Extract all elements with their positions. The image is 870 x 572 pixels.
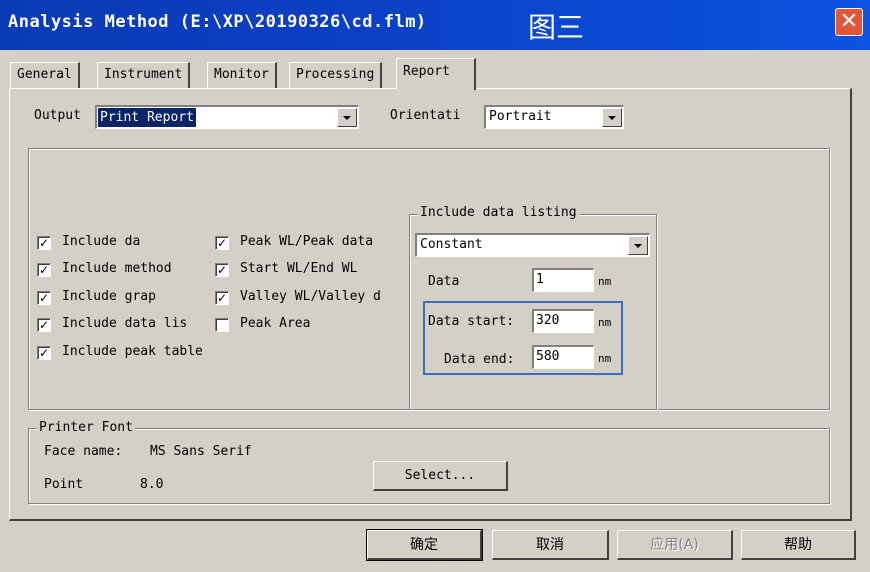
tab-label: Report	[403, 64, 450, 79]
checkbox[interactable]: ✓	[37, 346, 51, 360]
checkbox-label: Peak Area	[240, 316, 311, 331]
cancel-button[interactable]: 取消	[492, 530, 609, 560]
cancel-label: 取消	[536, 537, 564, 553]
point-label: Point	[44, 477, 84, 492]
chevron-down-icon[interactable]	[337, 108, 357, 127]
checkbox[interactable]: ✓	[215, 263, 229, 277]
ok-label: 确定	[410, 537, 438, 553]
unit-label: nm	[598, 275, 612, 288]
checkbox[interactable]: ✓	[37, 236, 51, 250]
point-value: 8.0	[140, 477, 164, 492]
tab-general[interactable]: General	[10, 62, 80, 88]
checkbox[interactable]	[215, 318, 229, 332]
checkbox[interactable]: ✓	[37, 291, 51, 305]
checkbox[interactable]: ✓	[37, 263, 51, 277]
checkbox-peak-wl[interactable]: ✓	[215, 236, 229, 250]
checkbox-include-method[interactable]: ✓	[37, 263, 51, 277]
checkbox-label: Start WL/End WL	[240, 261, 358, 276]
face-name-value: MS Sans Serif	[150, 444, 252, 459]
apply-button[interactable]: 应用(A)	[617, 530, 733, 560]
face-name-label: Face name:	[44, 444, 123, 459]
data-end-input[interactable]: 580	[532, 345, 594, 369]
orientation-label: Orientati	[390, 108, 461, 123]
checkbox-include-graph[interactable]: ✓	[37, 291, 51, 305]
checkbox[interactable]: ✓	[37, 318, 51, 332]
tab-label: General	[17, 67, 72, 82]
checkbox-label: Include method	[62, 261, 172, 276]
checkbox-label: Include da	[62, 234, 141, 249]
ok-button[interactable]: 确定	[366, 529, 483, 561]
close-button[interactable]: ✕	[835, 8, 863, 36]
select-font-button[interactable]: Select...	[373, 461, 508, 491]
checkbox-include-data-listing[interactable]: ✓	[37, 318, 51, 332]
window-title: Analysis Method (E:\XP\20190326\cd.flm)	[8, 12, 427, 32]
checkbox-include-peak-table[interactable]: ✓	[37, 346, 51, 360]
output-select[interactable]: Print Report	[95, 105, 359, 129]
data-listing-mode-select[interactable]: Constant	[415, 233, 650, 257]
checkbox[interactable]: ✓	[215, 236, 229, 250]
output-value: Print Report	[98, 108, 196, 127]
tab-processing[interactable]: Processing	[289, 62, 383, 88]
checkbox-label: Include peak table	[62, 344, 203, 359]
tab-monitor[interactable]: Monitor	[207, 62, 277, 88]
apply-label: 应用(A)	[650, 537, 699, 553]
tab-instrument[interactable]: Instrument	[97, 62, 191, 88]
data-interval-label: Data	[428, 274, 460, 289]
help-button[interactable]: 帮助	[741, 530, 856, 560]
orientation-value: Portrait	[489, 109, 552, 124]
unit-label: nm	[598, 352, 612, 365]
checkbox-start-wl[interactable]: ✓	[215, 263, 229, 277]
checkbox-label: Include grap	[62, 289, 156, 304]
orientation-select[interactable]: Portrait	[484, 105, 624, 129]
tab-label: Processing	[296, 67, 375, 82]
checkbox-valley-wl[interactable]: ✓	[215, 291, 229, 305]
chevron-down-icon[interactable]	[628, 236, 648, 255]
select-font-label: Select...	[404, 468, 476, 483]
title-bar: Analysis Method (E:\XP\20190326\cd.flm) …	[0, 0, 870, 50]
checkbox-peak-area[interactable]	[215, 318, 229, 332]
printer-font-title: Printer Font	[37, 420, 135, 435]
checkbox-include-data[interactable]: ✓	[37, 236, 51, 250]
checkbox-label: Peak WL/Peak data	[240, 234, 374, 249]
checkbox-label: Include data lis	[62, 316, 188, 331]
tab-label: Instrument	[104, 67, 183, 82]
chevron-down-icon[interactable]	[602, 108, 622, 127]
data-interval-input[interactable]: 1	[532, 268, 594, 292]
data-start-label: Data start:	[428, 314, 515, 329]
unit-label: nm	[598, 316, 612, 329]
figure-annotation: 图三	[528, 11, 585, 44]
output-label: Output	[34, 108, 81, 123]
data-start-input[interactable]: 320	[532, 309, 594, 333]
data-listing-title: Include data listing	[418, 205, 579, 220]
tab-label: Monitor	[214, 67, 269, 82]
close-icon: ✕	[839, 9, 859, 34]
data-end-label: Data end:	[444, 352, 515, 367]
checkbox-label: Valley WL/Valley d	[240, 289, 381, 304]
help-label: 帮助	[784, 537, 812, 553]
tab-report[interactable]: Report	[396, 58, 476, 90]
data-listing-mode-value: Constant	[420, 237, 483, 252]
checkbox[interactable]: ✓	[215, 291, 229, 305]
